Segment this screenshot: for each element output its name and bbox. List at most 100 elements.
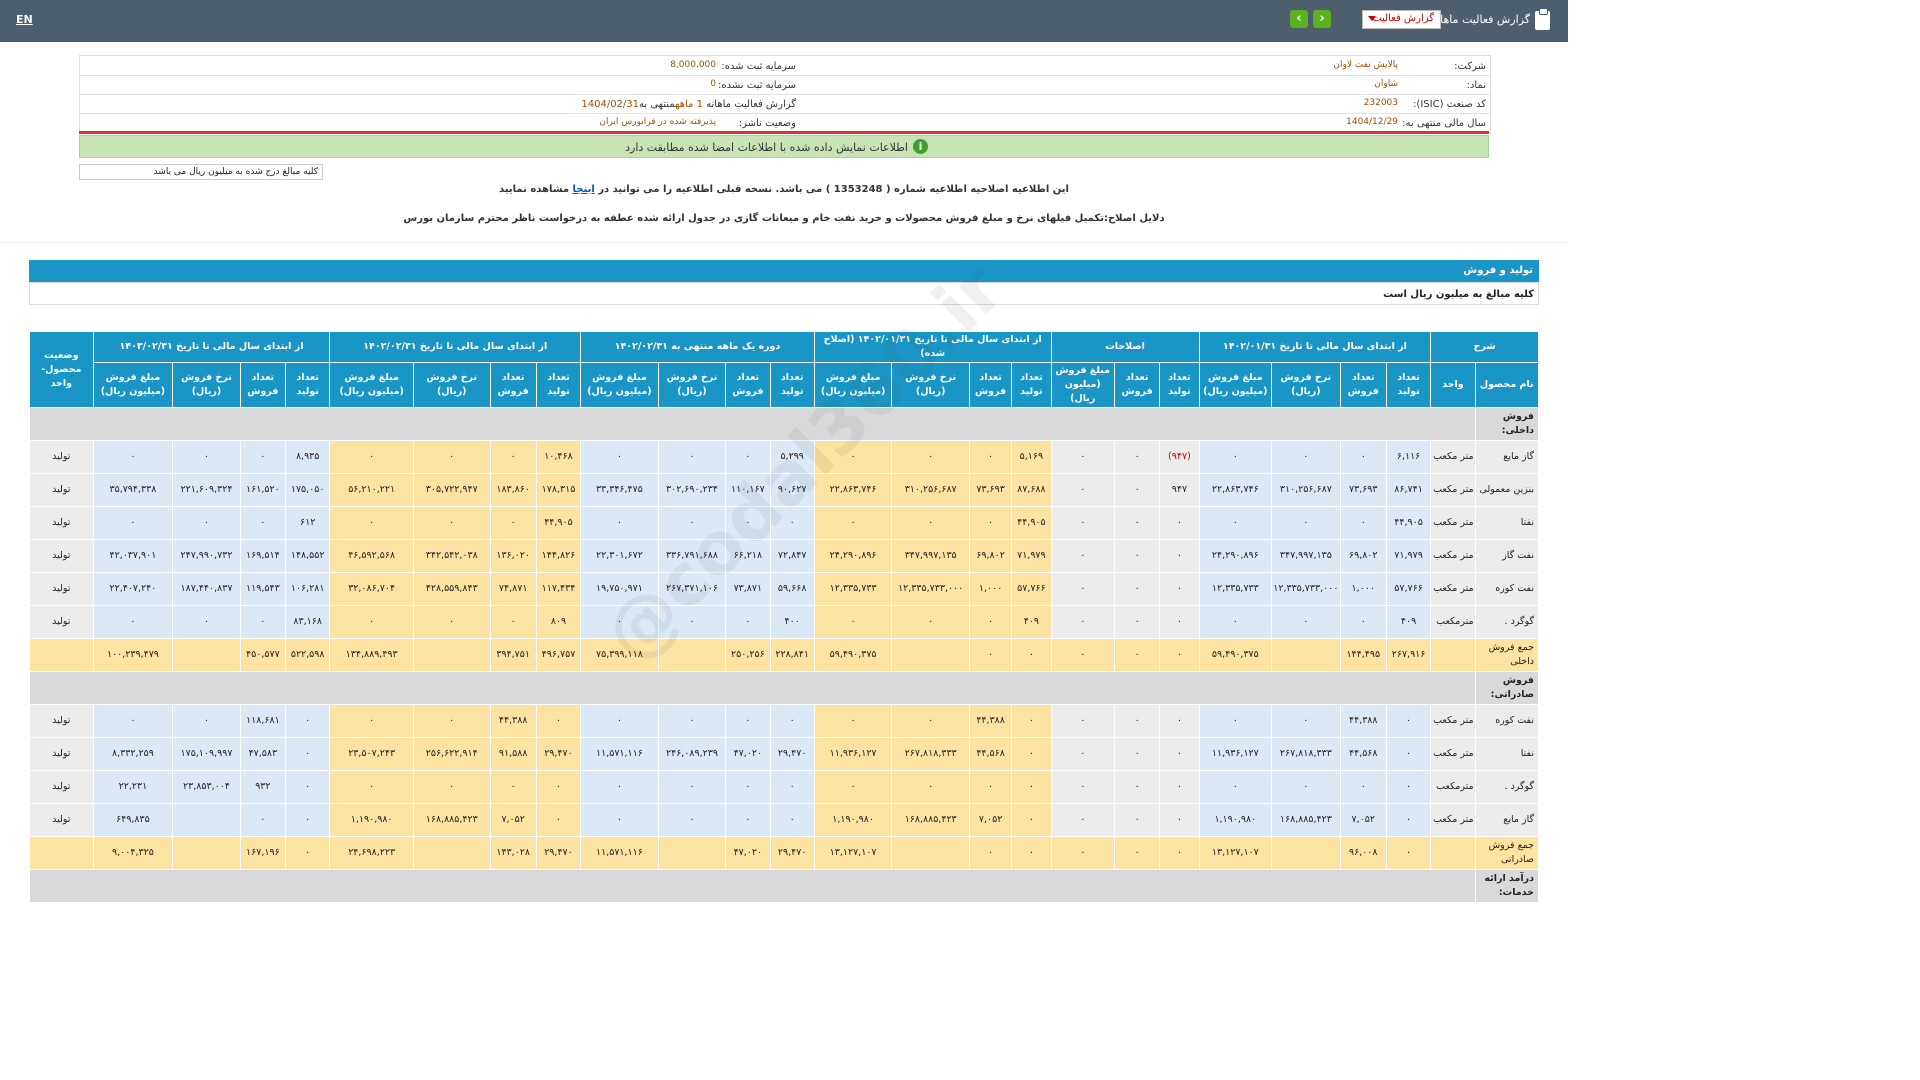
table-cell: ۱۱۹,۵۴۳ — [239, 572, 287, 606]
table-cell — [657, 836, 727, 870]
table-cell: ۰ — [813, 605, 893, 639]
isic-label: کد صنعت (ISIC): — [1413, 99, 1486, 110]
product-unit: متر مکعب — [1430, 539, 1476, 573]
table-cell: ۱۱,۵۷۱,۱۱۶ — [580, 737, 659, 771]
verified-notice: i اطلاعات نمایش داده شده با اطلاعات امضا… — [79, 135, 1489, 158]
table-cell: ۱۴۴,۴۹۵ — [1339, 638, 1387, 672]
report-type-select[interactable]: گزارش فعالیت — [1362, 10, 1441, 29]
previous-version-link[interactable]: اینجا — [573, 184, 595, 195]
chevron-right-icon[interactable]: › — [1313, 10, 1331, 28]
table-cell — [891, 638, 970, 672]
column-header: نرخ فروش (ریال) — [412, 362, 491, 408]
table-cell — [1271, 836, 1341, 870]
info-row-isic: کد صنعت (ISIC): 232003 گزارش فعالیت ماها… — [80, 94, 1490, 114]
product-unit: متر مکعب — [1430, 506, 1476, 540]
table-row: گوگرد . مترمکعب ۴۰۹ ۰ ۰ ۰ ۰ ۰ ۰ ۴۰۹ ۰ ۰ ۰ ۴۰۰ ۰ ۰ ۰ ۸۰۹ ۰ ۰… — [29, 605, 1540, 639]
table-cell: ۰ — [1198, 704, 1273, 738]
table-cell: ۱۶۱,۵۲۰ — [239, 473, 287, 507]
table-cell: ۰ — [239, 803, 287, 837]
table-cell: ۷۱,۹۷۹ — [1011, 539, 1052, 573]
table-row: نفتا متر مکعب ۴۴,۹۰۵ ۰ ۰ ۰ ۰ ۰ ۰ ۴۴,۹۰۵ ۰ ۰ ۰ ۰ ۰ ۰ ۰ ۴۴,… — [29, 506, 1540, 540]
table-cell: ۴۴,۳۸۸ — [968, 704, 1013, 738]
column-group-header: از ابتدای سال مالی تا تاریخ ۱۴۰۲/۰۱/۳۱ (… — [813, 331, 1052, 363]
table-cell: ۰ — [1050, 539, 1115, 573]
table-cell: ۹,۰۰۴,۳۲۵ — [92, 836, 174, 870]
table-cell: ۰ — [1198, 770, 1273, 804]
product-status: تولید — [29, 605, 94, 639]
table-cell: ۲۵۶,۶۲۲,۹۱۴ — [412, 737, 491, 771]
table-cell: ۵۷,۷۶۶ — [1385, 572, 1432, 606]
column-group-header: از ابتدای سال مالی تا تاریخ ۱۴۰۳/۰۲/۳۱ — [92, 331, 331, 363]
table-cell: ۰ — [813, 770, 893, 804]
table-cell: ۱۲,۳۳۵,۷۳۳,۰۰۰ — [891, 572, 970, 606]
table-cell — [891, 836, 970, 870]
table-cell: ۰ — [1198, 605, 1273, 639]
info-icon: i — [913, 139, 928, 154]
product-unit: متر مکعب — [1430, 803, 1476, 837]
column-header: نرخ فروش (ریال) — [891, 362, 970, 408]
table-cell: ۱۴۳,۰۲۸ — [489, 836, 537, 870]
table-cell: ۰ — [1113, 572, 1161, 606]
table-cell: ۱۰۶,۲۸۱ — [285, 572, 331, 606]
table-cell: ۱۳۶,۰۲۰ — [489, 539, 537, 573]
product-status: تولید — [29, 506, 94, 540]
category-fill — [29, 671, 1476, 705]
table-row: نفت کوره متر مکعب ۰ ۴۴,۳۸۸ ۰ ۰ ۰ ۰ ۰ ۰ ۴۴,۳۸۸ ۰ ۰ ۰ ۰ ۰… — [29, 704, 1540, 738]
column-header: مبلغ فروش (میلیون ریال) — [1050, 362, 1115, 408]
isic-value: 232003 — [1363, 98, 1398, 108]
category-row: فروش داخلی: — [29, 407, 1540, 441]
table-cell: ۲۲,۲۳۱ — [92, 770, 174, 804]
table-cell: ۰ — [92, 506, 174, 540]
table-cell: ۰ — [891, 440, 970, 474]
table-cell: ۴۴,۵۶۸ — [1339, 737, 1387, 771]
product-status: تولید — [29, 473, 94, 507]
table-cell: ۷۵,۳۹۹,۱۱۸ — [580, 638, 659, 672]
table-cell: ۰ — [172, 440, 241, 474]
table-cell: ۳۲,۰۸۶,۷۰۴ — [329, 572, 414, 606]
table-cell — [172, 638, 241, 672]
symbol-label: نماد: — [1466, 80, 1486, 91]
table-cell: ۱۶۸,۸۸۵,۴۲۳ — [891, 803, 970, 837]
table-cell: ۸۰۹ — [535, 605, 582, 639]
table-cell: ۰ — [725, 605, 771, 639]
table-cell: ۹۰,۶۲۷ — [769, 473, 815, 507]
table-cell: ۵۶,۲۱۰,۲۲۱ — [329, 473, 414, 507]
table-cell: ۱۱,۹۳۶,۱۲۷ — [1198, 737, 1273, 771]
status-label: وضعیت ناشر: — [738, 118, 796, 129]
table-cell: ۵۹,۴۹۰,۳۷۵ — [813, 638, 893, 672]
chevron-left-icon[interactable]: ‹ — [1290, 10, 1308, 28]
table-cell: ۰ — [968, 836, 1013, 870]
table-cell: ۰ — [1385, 836, 1432, 870]
total-row: جمع فروش داخلی ۲۶۷,۹۱۶ ۱۴۴,۴۹۵ ۵۹,۴۹۰,۳۷۵ ۰ ۰… — [29, 638, 1540, 672]
table-cell: ۰ — [813, 506, 893, 540]
table-cell: ۳۱۰,۲۵۶,۶۸۷ — [891, 473, 970, 507]
table-cell — [1271, 638, 1341, 672]
table-row: نفت کوره متر مکعب ۵۷,۷۶۶ ۱,۰۰۰ ۱۲,۳۳۵,۷۳۳,۰۰… — [29, 572, 1540, 606]
product-name: گوگرد . — [1474, 605, 1540, 639]
table-cell: ۷۳,۸۷۱ — [725, 572, 771, 606]
language-toggle[interactable]: EN — [16, 13, 33, 26]
correction-reason: دلایل اصلاح:تکمیل فیلهای نرخ و مبلغ فروش… — [403, 213, 1165, 224]
column-group-header: از ابتدای سال مالی تا تاریخ ۱۴۰۲/۰۲/۳۱ — [329, 331, 582, 363]
table-cell: ۰ — [1050, 803, 1115, 837]
table-cell: ۰ — [1113, 770, 1161, 804]
table-row: نفت گاز متر مکعب ۷۱,۹۷۹ ۶۹,۸۰۲ ۳۴۷,۹۹۷,۱۳۵ ۲۴… — [29, 539, 1540, 573]
table-cell: ۰ — [725, 704, 771, 738]
table-cell: ۰ — [1113, 803, 1161, 837]
table-row: نفتا متر مکعب ۰ ۴۴,۵۶۸ ۲۶۷,۸۱۸,۳۳۳ ۱۱,۹۳۶,۱۲۷… — [29, 737, 1540, 771]
product-status: تولید — [29, 803, 94, 837]
table-cell: ۷۱,۹۷۹ — [1385, 539, 1432, 573]
table-cell: ۲۹,۴۷۰ — [535, 737, 582, 771]
table-cell: ۲۴,۲۹۰,۸۹۶ — [1198, 539, 1273, 573]
table-cell: ۱۸۳,۸۶۰ — [489, 473, 537, 507]
product-unit: متر مکعب — [1430, 440, 1476, 474]
table-cell: ۷۳,۶۹۳ — [968, 473, 1013, 507]
column-header: نام محصول — [1474, 362, 1540, 408]
table-cell: ۰ — [1113, 473, 1161, 507]
divider — [0, 242, 1568, 243]
table-cell: ۲۵۰,۲۵۶ — [725, 638, 771, 672]
table-cell: ۰ — [657, 440, 727, 474]
table-cell: ۳۹۴,۷۵۱ — [489, 638, 537, 672]
table-cell: ۰ — [1159, 737, 1200, 771]
table-cell: ۳۱۰,۲۵۶,۶۸۷ — [1271, 473, 1341, 507]
